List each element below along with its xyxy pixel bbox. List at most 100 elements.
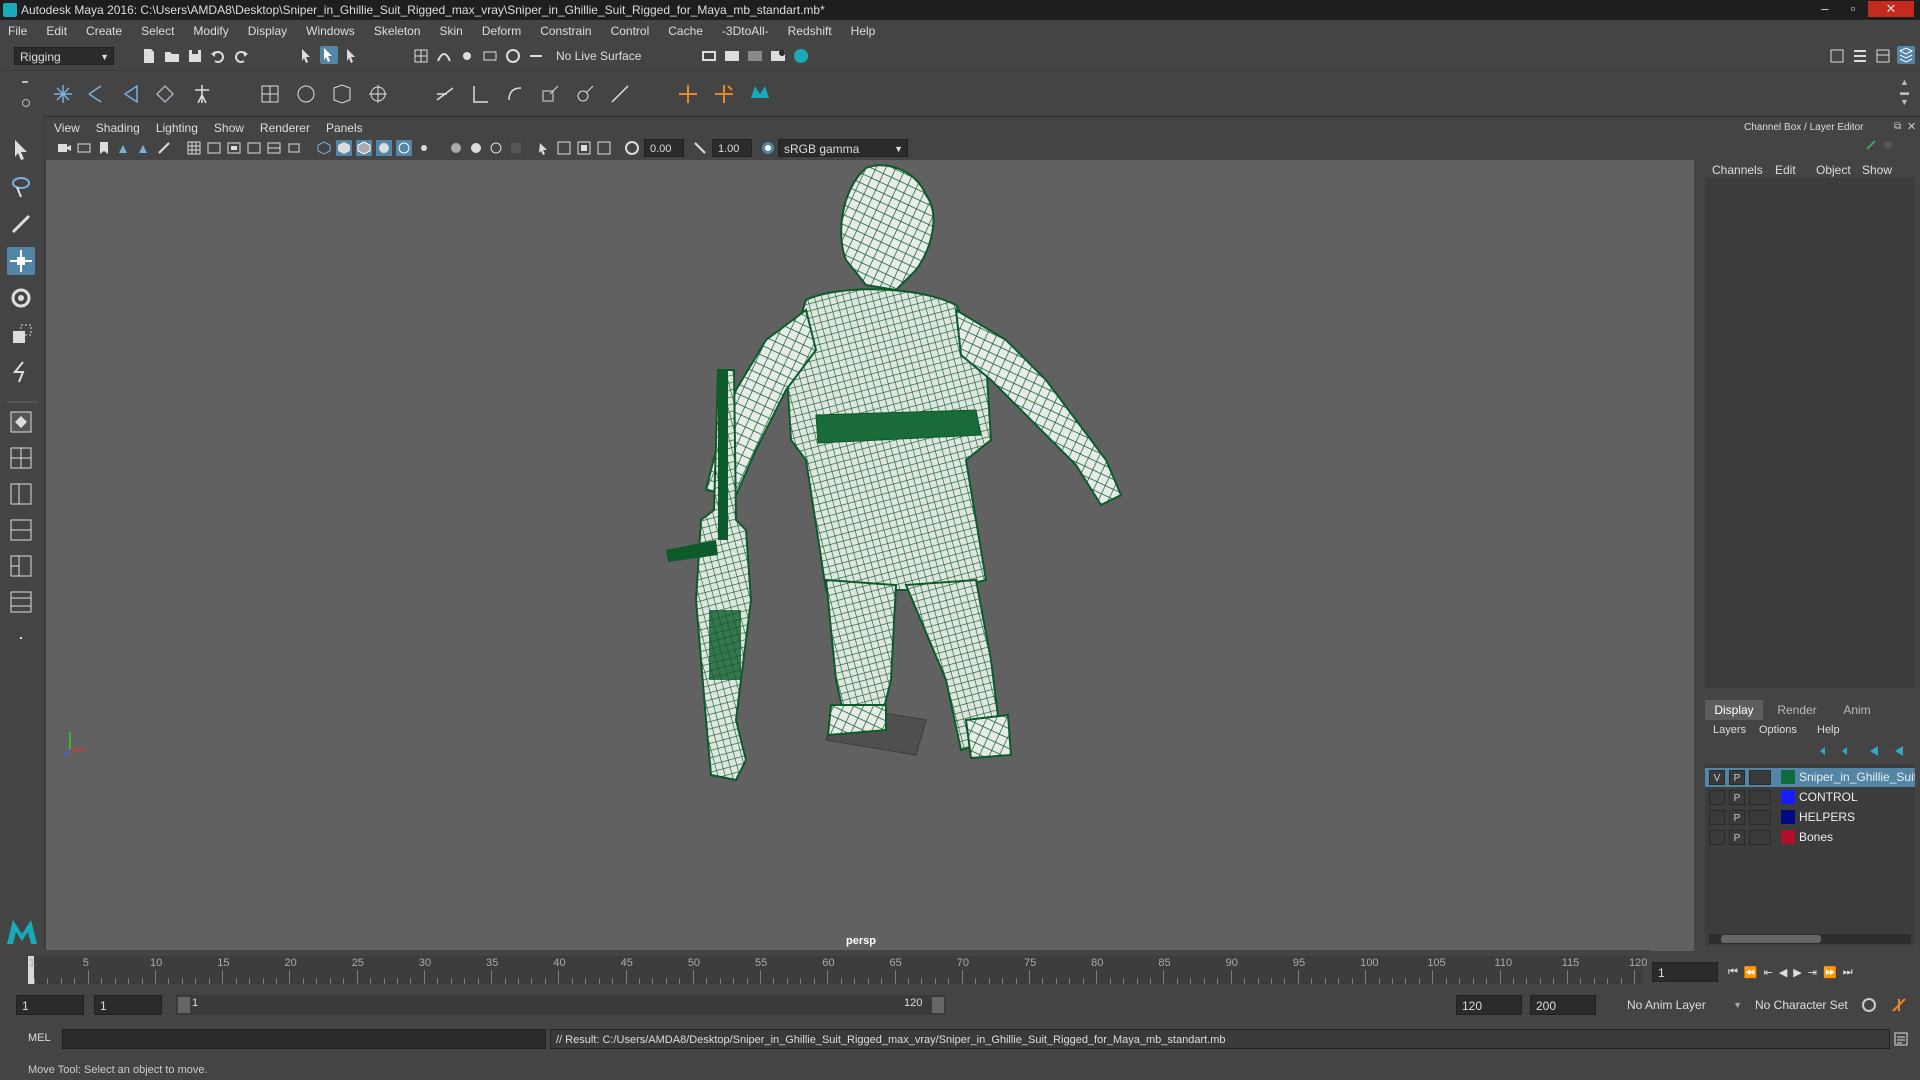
menu-redshift[interactable]: Redshift — [788, 24, 832, 38]
shelf-scroll-arrows[interactable]: ▲ ▬ ▼ — [1900, 77, 1909, 107]
lattice-icon[interactable] — [330, 82, 354, 106]
snap-together-icon[interactable] — [527, 47, 545, 65]
step-back-key-icon[interactable]: ⇤ — [1764, 966, 1773, 979]
layer-row[interactable]: P HELPERS — [1705, 808, 1915, 827]
wireframe-icon[interactable] — [316, 140, 332, 156]
step-back-frame-icon[interactable]: ⏪ — [1744, 966, 1758, 979]
float-panel-icon[interactable]: ⧉ — [1894, 121, 1901, 132]
menu-skin[interactable]: Skin — [440, 24, 463, 38]
menu-select[interactable]: Select — [141, 24, 174, 38]
save-scene-icon[interactable] — [186, 47, 204, 65]
go-to-end-icon[interactable]: ⏭ — [1843, 966, 1853, 979]
orient-constraint-icon[interactable] — [503, 82, 527, 106]
grease-pencil-icon[interactable] — [156, 140, 172, 156]
layer-color-swatch[interactable] — [1781, 770, 1795, 784]
render-settings-icon[interactable] — [769, 47, 787, 65]
animation-preferences-icon[interactable] — [1890, 996, 1908, 1014]
panel-menu-lighting[interactable]: Lighting — [156, 121, 198, 139]
open-scene-icon[interactable] — [163, 47, 181, 65]
tab-display[interactable]: Display — [1705, 700, 1763, 720]
channel-box-toggle-icon[interactable] — [1897, 46, 1915, 64]
view-transform-icon[interactable] — [760, 140, 776, 156]
humanik-icon[interactable] — [190, 82, 214, 106]
step-forward-frame-icon[interactable]: ⏩ — [1823, 966, 1837, 979]
wireframe-on-shaded-icon[interactable] — [356, 140, 372, 156]
scale-tool-icon[interactable] — [7, 321, 35, 349]
menu-control[interactable]: Control — [611, 24, 650, 38]
new-scene-icon[interactable] — [140, 47, 158, 65]
bind-skin-icon[interactable] — [258, 82, 282, 106]
script-editor-icon[interactable] — [1893, 1031, 1909, 1047]
go-to-start-icon[interactable]: ⏮ — [1728, 966, 1738, 979]
redo-icon[interactable] — [232, 47, 250, 65]
tab-render[interactable]: Render — [1767, 700, 1827, 720]
layer-display-type-toggle[interactable] — [1749, 790, 1771, 805]
bookmark-icon[interactable] — [96, 140, 112, 156]
field-chart-icon[interactable] — [266, 140, 282, 156]
panel-menu-shading[interactable]: Shading — [96, 121, 140, 139]
move-layer-up-icon[interactable] — [1818, 744, 1832, 758]
point-constraint-icon[interactable] — [468, 82, 492, 106]
locator-icon[interactable] — [676, 82, 700, 106]
layer-color-swatch[interactable] — [1781, 810, 1795, 824]
layer-menu-layers[interactable]: Layers — [1713, 724, 1746, 736]
frame-selection-icon[interactable] — [576, 140, 592, 156]
color-space-dropdown[interactable]: sRGB gamma ▼ — [778, 139, 908, 157]
menu-edit[interactable]: Edit — [46, 24, 67, 38]
last-tool-used-icon[interactable] — [7, 358, 35, 386]
perspective-viewport[interactable]: persp — [46, 160, 1694, 951]
maximize-button[interactable]: ▫ — [1840, 1, 1866, 17]
attribute-editor-icon[interactable] — [1851, 47, 1869, 65]
make-live-icon[interactable] — [504, 47, 522, 65]
exposure-icon[interactable] — [624, 140, 640, 156]
new-layer-from-selection-icon[interactable] — [1893, 744, 1907, 758]
minimize-button[interactable]: – — [1812, 1, 1838, 17]
menu-create[interactable]: Create — [86, 24, 122, 38]
tab-anim[interactable]: Anim — [1829, 700, 1885, 720]
panel-menu-renderer[interactable]: Renderer — [260, 121, 310, 139]
layer-color-swatch[interactable] — [1781, 790, 1795, 804]
layer-playback-toggle[interactable]: P — [1729, 810, 1745, 825]
step-forward-key-icon[interactable]: ⇥ — [1808, 966, 1817, 979]
live-surface-label[interactable]: No Live Surface — [556, 49, 641, 63]
panel-menu-show[interactable]: Show — [214, 121, 244, 139]
hypershade-persp-layout-icon[interactable] — [7, 552, 35, 580]
layer-horizontal-scrollbar[interactable] — [1709, 934, 1911, 944]
render-view-icon[interactable] — [700, 47, 718, 65]
textured-icon[interactable] — [376, 140, 392, 156]
modeling-toolkit-icon[interactable] — [1828, 47, 1846, 65]
layer-color-swatch[interactable] — [1781, 830, 1795, 844]
smooth-shade-icon[interactable] — [336, 140, 352, 156]
resolution-gate-icon[interactable] — [226, 140, 242, 156]
menu-display[interactable]: Display — [248, 24, 287, 38]
layer-display-type-toggle[interactable] — [1749, 810, 1771, 825]
paint-skin-weights-icon[interactable] — [294, 82, 318, 106]
frame-all-icon[interactable] — [556, 140, 572, 156]
layer-visibility-toggle[interactable]: V — [1709, 770, 1725, 785]
control-curve-icon[interactable] — [712, 82, 736, 106]
paint-select-tool-icon[interactable] — [7, 210, 35, 238]
move-tool-icon[interactable] — [7, 247, 35, 275]
lasso-tool-icon[interactable] — [7, 173, 35, 201]
hypershade-icon[interactable] — [792, 47, 810, 65]
layer-menu-help[interactable]: Help — [1817, 724, 1840, 736]
persp-graph-layout-icon[interactable] — [7, 516, 35, 544]
layer-display-type-toggle[interactable] — [1749, 830, 1771, 845]
menu-constrain[interactable]: Constrain — [540, 24, 591, 38]
select-by-component-icon[interactable] — [343, 47, 361, 65]
playback-end-field[interactable]: 120 — [1456, 995, 1522, 1015]
menu-deform[interactable]: Deform — [482, 24, 521, 38]
grid-toggle-icon[interactable] — [186, 140, 202, 156]
layer-playback-toggle[interactable]: P — [1729, 770, 1745, 785]
outliner-persp-layout-icon[interactable] — [7, 588, 35, 616]
maya-m-shelf-icon[interactable] — [748, 80, 772, 104]
xray-joints-icon[interactable] — [468, 140, 484, 156]
menu-modify[interactable]: Modify — [193, 24, 228, 38]
channel-box-menu-object[interactable]: Object — [1816, 163, 1851, 177]
xray-components-icon[interactable] — [488, 140, 504, 156]
menu-file[interactable]: File — [8, 24, 27, 38]
quick-rig-icon[interactable] — [153, 82, 177, 106]
tool-settings-icon[interactable] — [1874, 47, 1892, 65]
current-frame-field[interactable]: 1 — [1652, 962, 1718, 982]
snap-to-curve-icon[interactable] — [435, 47, 453, 65]
